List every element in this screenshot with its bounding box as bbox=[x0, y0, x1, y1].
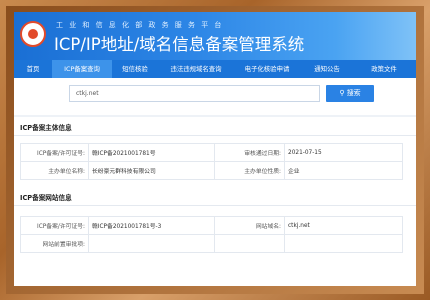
cell-value bbox=[284, 234, 403, 253]
search-button[interactable]: ⚲ 搜索 bbox=[326, 85, 374, 102]
search-icon: ⚲ bbox=[339, 89, 345, 97]
main-nav: 首页 ICP备案查询 短信核验 违法违规域名查询 电子化核验申请 通知公告 政策… bbox=[14, 60, 416, 78]
search-button-label: 搜索 bbox=[346, 89, 361, 97]
nav-item-e-verify[interactable]: 电子化核验申请 bbox=[234, 60, 300, 78]
cell-value: 赣ICP备2021001781号 bbox=[88, 143, 215, 162]
cell-label: ICP备案/许可证号: bbox=[20, 216, 89, 235]
cell-value: 2021-07-15 bbox=[284, 143, 403, 162]
nav-item-sms-verify[interactable]: 短信核验 bbox=[112, 60, 158, 78]
site-logo-icon bbox=[20, 21, 46, 47]
subject-section-title: ICP备案主体信息 bbox=[20, 124, 72, 132]
cell-value: 赣ICP备2021001781号-3 bbox=[88, 216, 215, 235]
cell-label: ICP备案/许可证号: bbox=[20, 143, 89, 162]
header-title: ICP/IP地址/域名信息备案管理系统 bbox=[54, 35, 305, 54]
cell-value: 长纷豪元群科技有限公司 bbox=[88, 161, 215, 180]
cell-label: 审核通过日期: bbox=[214, 143, 285, 162]
table-row: 主办单位名称: 长纷豪元群科技有限公司 主办单位性质: 企业 bbox=[20, 161, 403, 180]
nav-item-policies[interactable]: 政策文件 bbox=[354, 60, 414, 78]
section-divider bbox=[14, 205, 416, 206]
nav-item-notices[interactable]: 通知公告 bbox=[300, 60, 354, 78]
search-input[interactable]: ctkj.net bbox=[69, 85, 320, 102]
table-row: 网站前置审批项: bbox=[20, 234, 403, 253]
nav-item-home[interactable]: 首页 bbox=[14, 60, 52, 78]
table-row: ICP备案/许可证号: 赣ICP备2021001781号-3 网站域名: ctk… bbox=[20, 216, 403, 235]
cell-value: ctkj.net bbox=[284, 216, 403, 235]
cell-value bbox=[88, 234, 215, 253]
website-info-table: ICP备案/许可证号: 赣ICP备2021001781号-3 网站域名: ctk… bbox=[20, 216, 403, 253]
site-header: 工业和信息化部政务服务平台 ICP/IP地址/域名信息备案管理系统 bbox=[14, 12, 416, 60]
page: 工业和信息化部政务服务平台 ICP/IP地址/域名信息备案管理系统 首页 ICP… bbox=[14, 12, 416, 286]
cell-label: 主办单位性质: bbox=[214, 161, 285, 180]
cell-label bbox=[214, 234, 285, 253]
cell-label: 网站前置审批项: bbox=[20, 234, 89, 253]
table-row: ICP备案/许可证号: 赣ICP备2021001781号 审核通过日期: 202… bbox=[20, 143, 403, 162]
divider bbox=[14, 115, 416, 117]
nav-item-icp-query[interactable]: ICP备案查询 bbox=[52, 60, 112, 78]
cell-label: 网站域名: bbox=[214, 216, 285, 235]
cell-label: 主办单位名称: bbox=[20, 161, 89, 180]
section-divider bbox=[14, 135, 416, 136]
header-subtitle: 工业和信息化部政务服务平台 bbox=[56, 21, 228, 29]
subject-info-table: ICP备案/许可证号: 赣ICP备2021001781号 审核通过日期: 202… bbox=[20, 143, 403, 180]
nav-item-illegal-domain[interactable]: 违法违规域名查询 bbox=[158, 60, 234, 78]
website-section-title: ICP备案网站信息 bbox=[20, 194, 72, 202]
cell-value: 企业 bbox=[284, 161, 403, 180]
